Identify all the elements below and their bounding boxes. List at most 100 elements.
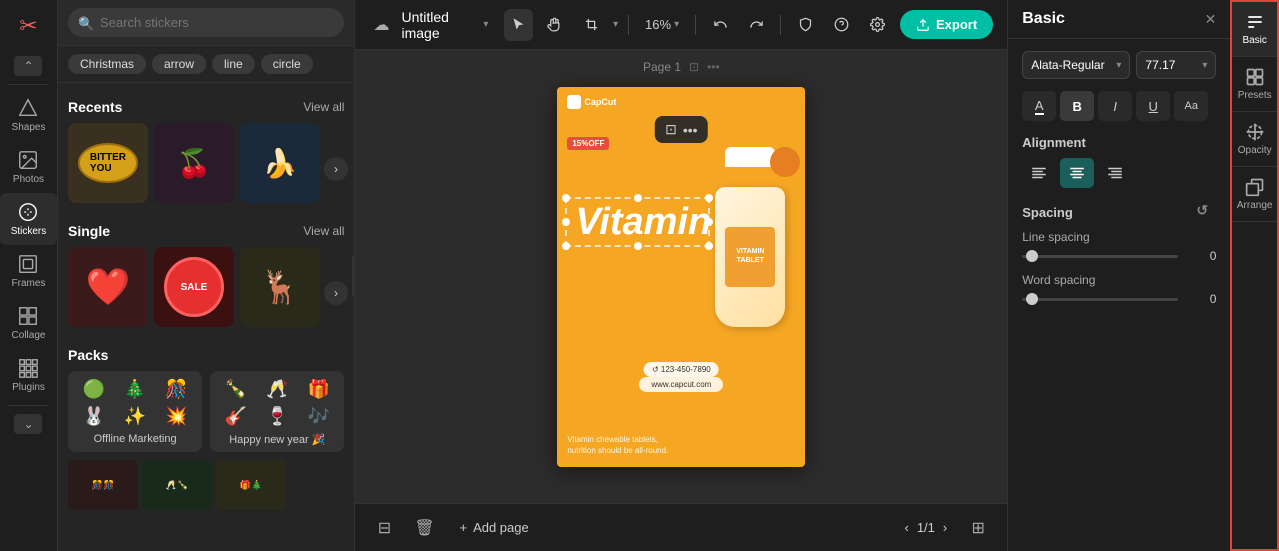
sticker-item[interactable]: SALE bbox=[154, 247, 234, 327]
settings-btn[interactable] bbox=[864, 9, 892, 41]
page-more-icon[interactable]: ••• bbox=[707, 60, 720, 74]
sidebar-item-plugins[interactable]: Plugins bbox=[0, 349, 57, 401]
thumbnail-item[interactable]: 🥂🍾 bbox=[142, 460, 212, 510]
line-spacing-slider[interactable] bbox=[1022, 255, 1178, 258]
tab-presets[interactable]: Presets bbox=[1232, 57, 1277, 112]
line-spacing-thumb[interactable] bbox=[1026, 250, 1038, 262]
align-center-btn[interactable] bbox=[1060, 158, 1094, 188]
single-view-all[interactable]: View all bbox=[303, 224, 344, 238]
export-label: Export bbox=[936, 17, 977, 32]
word-spacing-slider[interactable] bbox=[1022, 298, 1178, 301]
element-more-icon[interactable]: ••• bbox=[683, 122, 698, 138]
search-bar: 🔍 bbox=[58, 0, 354, 46]
font-size-select[interactable]: 77.17 ▾ bbox=[1136, 51, 1216, 79]
text-element-vitamin[interactable]: Vitamin bbox=[565, 197, 710, 247]
underline-icon: U bbox=[1149, 99, 1158, 114]
tab-opacity[interactable]: Opacity bbox=[1232, 112, 1277, 167]
mini-sticker: 🟢 bbox=[74, 377, 113, 402]
pack-name: Happy new year 🎉 bbox=[216, 433, 338, 446]
sticker-item[interactable]: ❤️ bbox=[68, 247, 148, 327]
tag-circle[interactable]: circle bbox=[261, 54, 313, 74]
shield-icon-btn[interactable] bbox=[791, 9, 819, 41]
cursor-tool-btn[interactable] bbox=[504, 9, 532, 41]
sidebar-divider-top bbox=[8, 84, 48, 85]
page-thumbnail-btn[interactable]: ⊟ bbox=[369, 513, 399, 543]
line-spacing-slider-row: 0 bbox=[1022, 249, 1216, 263]
add-page-btn[interactable]: + Add page bbox=[449, 516, 538, 539]
thumbnail-item[interactable]: 🎁🎄 bbox=[216, 460, 286, 510]
text-size-btn[interactable]: Aa bbox=[1174, 91, 1208, 121]
format-row: A B I U Aa bbox=[1022, 91, 1216, 121]
crop-tool-btn[interactable] bbox=[577, 9, 605, 41]
bold-btn[interactable]: B bbox=[1060, 91, 1094, 121]
word-spacing-slider-row: 0 bbox=[1022, 292, 1216, 306]
sticker-item[interactable]: 🍒 bbox=[154, 123, 234, 203]
recents-view-all[interactable]: View all bbox=[303, 100, 344, 114]
next-page-btn[interactable]: › bbox=[943, 520, 947, 535]
pack-name: Offline Marketing bbox=[74, 433, 196, 445]
italic-btn[interactable]: I bbox=[1098, 91, 1132, 121]
bottle-body: VITAMINTABLET bbox=[715, 187, 785, 327]
discount-badge: 15%OFF bbox=[567, 137, 609, 150]
alignment-section: Alignment bbox=[1022, 135, 1216, 150]
fullscreen-btn[interactable]: ⊞ bbox=[963, 513, 993, 543]
sidebar-collapse-up[interactable]: ⌃ bbox=[14, 56, 42, 76]
sidebar-item-photos[interactable]: Photos bbox=[0, 141, 57, 193]
single-next-arrow[interactable]: › bbox=[324, 281, 348, 305]
crop-chevron-icon[interactable]: ▾ bbox=[613, 19, 618, 30]
undo-btn[interactable] bbox=[706, 9, 734, 41]
sidebar-item-frames[interactable]: Frames bbox=[0, 245, 57, 297]
sticker-item[interactable]: 🦌 bbox=[240, 247, 320, 327]
align-left-btn[interactable] bbox=[1022, 158, 1056, 188]
sidebar-item-stickers[interactable]: Stickers bbox=[0, 193, 57, 245]
element-frame-icon[interactable]: ⊡ bbox=[665, 121, 677, 138]
mini-sticker: ✨ bbox=[115, 404, 154, 429]
word-spacing-label: Word spacing bbox=[1022, 273, 1216, 287]
document-title[interactable]: Untitled image ▾ bbox=[401, 9, 488, 41]
help-btn[interactable] bbox=[828, 9, 856, 41]
recents-row: BITTERYOU 🍒 🍌 › bbox=[68, 123, 344, 215]
stickers-panel: 🔍 Christmas arrow line circle Recents Vi… bbox=[58, 0, 355, 551]
spacing-reset-btn[interactable]: ↺ bbox=[1196, 202, 1216, 222]
sidebar-item-collage[interactable]: Collage bbox=[0, 297, 57, 349]
sticker-item[interactable]: BITTERYOU bbox=[68, 123, 148, 203]
canvas-frame[interactable]: CapCut 15%OFF VITAMINTABLET bbox=[557, 87, 805, 467]
zoom-chevron-icon: ▾ bbox=[674, 19, 679, 30]
align-right-btn[interactable] bbox=[1098, 158, 1132, 188]
word-spacing-thumb[interactable] bbox=[1026, 293, 1038, 305]
tag-line[interactable]: line bbox=[212, 54, 255, 74]
recents-next-arrow[interactable]: › bbox=[324, 157, 348, 181]
tag-christmas[interactable]: Christmas bbox=[68, 54, 146, 74]
basic-tab-label: Basic bbox=[1242, 35, 1266, 46]
page-navigation: ‹ 1/1 › bbox=[904, 520, 947, 535]
text-color-btn[interactable]: A bbox=[1022, 91, 1056, 121]
tag-arrow[interactable]: arrow bbox=[152, 54, 206, 74]
hand-tool-btn[interactable] bbox=[541, 9, 569, 41]
save-to-cloud-icon[interactable]: ☁ bbox=[369, 11, 393, 39]
pack-offline-marketing[interactable]: 🟢 🎄 🎊 🐰 ✨ 💥 Offline Marketing bbox=[68, 371, 202, 452]
pack-happy-new-year[interactable]: 🍾 🥂 🎁 🎸 🍷 🎶 Happy new year 🎉 bbox=[210, 371, 344, 452]
page-label: Page 1 ⊡ ••• bbox=[643, 60, 720, 74]
sidebar-item-shapes[interactable]: Shapes bbox=[0, 89, 57, 141]
tab-arrange[interactable]: Arrange bbox=[1232, 167, 1277, 222]
underline-btn[interactable]: U bbox=[1136, 91, 1170, 121]
prev-page-btn[interactable]: ‹ bbox=[904, 520, 908, 535]
canvas-bottom-bar: ⊟ 🗑 + Add page ‹ 1/1 › ⊞ bbox=[355, 503, 1007, 551]
thumbnail-item[interactable]: 🎊🎊 bbox=[68, 460, 138, 510]
tab-basic[interactable]: Basic bbox=[1232, 2, 1277, 57]
sticker-item[interactable]: 🍌 bbox=[240, 123, 320, 203]
page-icon: ⊡ bbox=[689, 60, 699, 74]
delete-page-btn[interactable]: 🗑 bbox=[409, 513, 439, 543]
font-family-select[interactable]: Alata-Regular ▾ bbox=[1022, 51, 1130, 79]
search-input[interactable] bbox=[68, 8, 344, 37]
properties-close-btn[interactable]: ✕ bbox=[1205, 11, 1217, 28]
zoom-display[interactable]: 16% ▾ bbox=[639, 13, 685, 36]
shapes-icon bbox=[17, 97, 39, 119]
website-url: www.capcut.com bbox=[639, 377, 723, 392]
export-button[interactable]: Export bbox=[900, 10, 993, 39]
sidebar: ✂ ⌃ Shapes Photos Stickers Frames bbox=[0, 0, 58, 551]
redo-icon bbox=[749, 17, 764, 32]
alignment-row bbox=[1022, 158, 1216, 188]
sidebar-collapse-down[interactable]: ⌄ bbox=[14, 414, 42, 434]
redo-btn[interactable] bbox=[742, 9, 770, 41]
